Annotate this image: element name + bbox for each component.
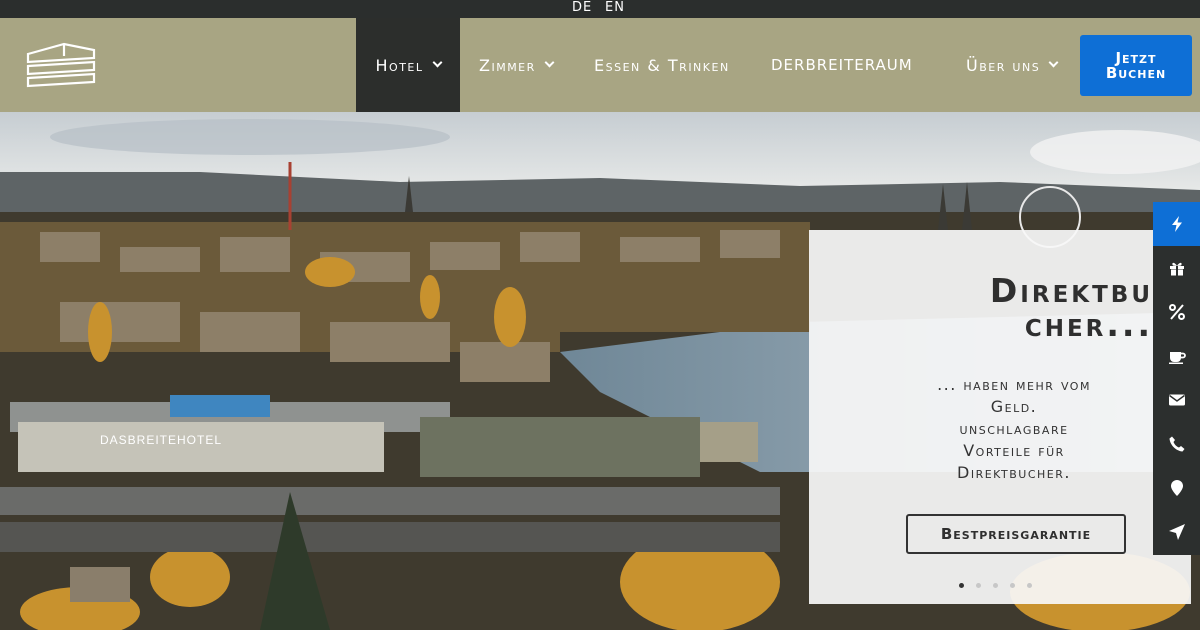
hotel-logo[interactable] [24,40,98,90]
main-navbar: Hotel Zimmer Essen & Trinken DERBREITERA… [0,18,1200,112]
slide-dot[interactable] [993,583,998,588]
book-now-button[interactable]: Jetzt Buchen [1080,35,1192,96]
promo-text-line5: Direktbucher. [957,463,1071,482]
sidebar-item-phone[interactable] [1153,422,1200,466]
sidebar-item-directions[interactable] [1153,510,1200,554]
nav-derbreiteraum-label: DERBREITERAUM [771,56,913,74]
nav-essen-trinken-label: Essen & Trinken [594,55,730,75]
nav-essen-trinken[interactable]: Essen & Trinken [594,18,730,112]
chevron-down-icon [544,57,555,68]
percent-icon [1168,304,1185,320]
bolt-icon [1171,216,1182,232]
slide-indicator [959,583,1039,591]
navigation-icon [1168,524,1185,540]
sidebar-item-offers[interactable] [1153,202,1200,246]
nav-zimmer[interactable]: Zimmer [479,18,555,112]
slide-dot[interactable] [1027,583,1032,588]
nav-hotel-label: Hotel [375,55,424,75]
nav-zimmer-label: Zimmer [479,55,536,75]
promo-text-line4: Vorteile für [963,441,1065,460]
promo-title-line1: Direktbu [989,271,1153,310]
sidebar-item-email[interactable] [1153,378,1200,422]
coffee-icon [1168,352,1186,364]
sidebar-item-discounts[interactable] [1153,290,1200,334]
book-now-label-line2: Buchen [1105,63,1167,82]
chevron-down-icon [1048,57,1059,68]
slide-dot[interactable] [959,583,964,588]
nav-hotel[interactable]: Hotel [356,18,460,112]
nav-derbreiteraum[interactable]: DERBREITERAUM [771,18,913,112]
promo-text-line2: Geld. [990,397,1038,416]
promo-title: Direktbu cher... [809,274,1153,342]
building-sign: DASBREITEHOTEL [100,433,222,447]
promo-text: ... haben mehr vom Geld. unschlagbare Vo… [899,374,1129,484]
sidebar-item-breakfast[interactable] [1153,334,1200,378]
sidebar-item-vouchers[interactable] [1153,246,1200,290]
chevron-down-icon [432,57,442,68]
gift-icon [1169,262,1184,276]
promo-text-line1: ... haben mehr vom [937,375,1091,394]
promo-slide-panel: Direktbu cher... ... haben mehr vom Geld… [809,230,1191,604]
language-en-link[interactable]: EN [605,0,625,16]
nav-ueber-uns-label: Über uns [966,55,1041,75]
envelope-icon [1168,394,1185,406]
map-pin-icon [1170,480,1183,496]
slide-dot[interactable] [976,583,981,588]
sidebar-item-location[interactable] [1153,466,1200,510]
language-bar: DE EN [0,0,1200,18]
language-de-link[interactable]: DE [572,0,592,16]
nav-ueber-uns[interactable]: Über uns [966,18,1059,112]
promo-title-line2: cher... [1024,305,1153,344]
quick-links-sidebar [1153,202,1200,555]
promo-text-line3: unschlagbare [959,419,1069,438]
best-price-button[interactable]: Bestpreisgarantie [906,514,1126,554]
phone-icon [1169,436,1184,452]
slide-dot[interactable] [1010,583,1015,588]
